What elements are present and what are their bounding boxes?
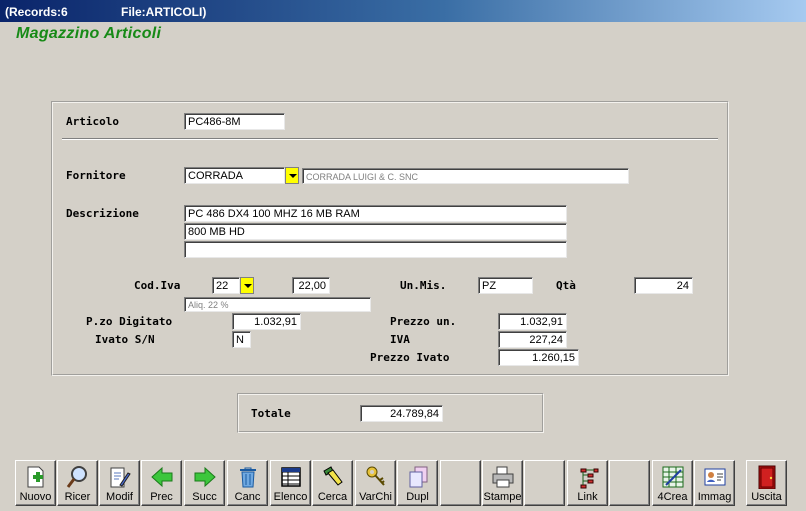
fornitore-label: Fornitore bbox=[66, 169, 126, 182]
table-create-icon bbox=[662, 466, 684, 488]
prezzo-un-label: Prezzo un. bbox=[390, 315, 457, 328]
crea4-button[interactable]: 4Crea bbox=[652, 460, 693, 506]
window-titlebar: (Records:6 File:ARTICOLI) bbox=[0, 0, 806, 22]
divider bbox=[62, 138, 718, 140]
canc-button[interactable]: Canc bbox=[227, 460, 268, 506]
file-name: File:ARTICOLI) bbox=[121, 5, 207, 19]
immag-button[interactable]: Immag bbox=[694, 460, 735, 506]
new-document-icon bbox=[27, 466, 44, 488]
cod-iva-label: Cod.Iva bbox=[134, 279, 181, 292]
descrizione-label: Descrizione bbox=[66, 207, 139, 220]
un-mis-field[interactable]: PZ bbox=[478, 277, 533, 294]
totale-field: 24.789,84 bbox=[360, 405, 443, 422]
empty-slot-1 bbox=[440, 460, 481, 506]
pzo-digitato-label: P.zo Digitato bbox=[86, 315, 173, 328]
keys-icon bbox=[366, 466, 385, 486]
link-button[interactable]: Link bbox=[567, 460, 608, 506]
flashlight-icon bbox=[323, 466, 343, 486]
iva-field: 227,24 bbox=[498, 331, 567, 348]
descrizione-line2-field[interactable]: 800 MB HD bbox=[184, 223, 567, 240]
articolo-label: Articolo bbox=[66, 115, 119, 128]
cod-iva-description: Aliq. 22 % bbox=[184, 297, 371, 312]
link-tree-icon bbox=[580, 468, 599, 489]
arrow-left-icon bbox=[151, 466, 173, 488]
trash-icon bbox=[240, 467, 256, 488]
varchi-button[interactable]: VarChi bbox=[355, 460, 396, 506]
descrizione-line3-field[interactable] bbox=[184, 241, 567, 258]
records-count: (Records:6 bbox=[5, 5, 68, 19]
ricer-button[interactable]: Ricer bbox=[57, 460, 98, 506]
stampe-button[interactable]: Stampe bbox=[482, 460, 523, 506]
edit-document-icon bbox=[110, 467, 131, 488]
succ-button[interactable]: Succ bbox=[184, 460, 225, 506]
empty-slot-3 bbox=[609, 460, 650, 506]
fornitore-dropdown-icon[interactable] bbox=[285, 167, 299, 184]
toolbar: Nuovo Ricer Modif Prec Succ Canc Elenco … bbox=[0, 455, 806, 511]
uscita-button[interactable]: Uscita bbox=[746, 460, 787, 506]
cod-iva-dropdown-icon[interactable] bbox=[240, 277, 254, 294]
aliquota-field: 22,00 bbox=[292, 277, 330, 294]
fornitore-description: CORRADA LUIGI & C. SNC bbox=[302, 168, 629, 184]
arrow-right-icon bbox=[194, 466, 216, 488]
prezzo-ivato-field: 1.260,15 bbox=[498, 349, 579, 366]
image-card-icon bbox=[704, 468, 726, 486]
prezzo-ivato-label: Prezzo Ivato bbox=[370, 351, 450, 364]
articolo-field[interactable]: PC486-8M bbox=[184, 113, 285, 130]
pzo-digitato-field[interactable]: 1.032,91 bbox=[232, 313, 301, 330]
search-icon bbox=[66, 466, 87, 488]
ivato-label: Ivato S/N bbox=[95, 333, 155, 346]
dupl-button[interactable]: Dupl bbox=[397, 460, 438, 506]
iva-label: IVA bbox=[390, 333, 410, 346]
printer-icon bbox=[492, 466, 514, 488]
qta-label: Qtà bbox=[556, 279, 576, 292]
prec-button[interactable]: Prec bbox=[141, 460, 182, 506]
page-title: Magazzino Articoli bbox=[16, 25, 162, 42]
elenco-button[interactable]: Elenco bbox=[270, 460, 311, 506]
exit-door-icon bbox=[758, 465, 776, 489]
empty-slot-2 bbox=[524, 460, 565, 506]
modif-button[interactable]: Modif bbox=[99, 460, 140, 506]
list-icon bbox=[281, 467, 301, 487]
totale-label: Totale bbox=[251, 407, 291, 420]
duplicate-icon bbox=[409, 466, 428, 488]
nuovo-button[interactable]: Nuovo bbox=[15, 460, 56, 506]
ivato-field[interactable]: N bbox=[232, 331, 251, 348]
qta-field[interactable]: 24 bbox=[634, 277, 693, 294]
descrizione-line1-field[interactable]: PC 486 DX4 100 MHZ 16 MB RAM bbox=[184, 205, 567, 222]
un-mis-label: Un.Mis. bbox=[400, 279, 447, 292]
cerca-button[interactable]: Cerca bbox=[312, 460, 353, 506]
cod-iva-field[interactable]: 22 bbox=[212, 277, 240, 294]
prezzo-un-field: 1.032,91 bbox=[498, 313, 567, 330]
fornitore-field[interactable]: CORRADA bbox=[184, 167, 285, 184]
